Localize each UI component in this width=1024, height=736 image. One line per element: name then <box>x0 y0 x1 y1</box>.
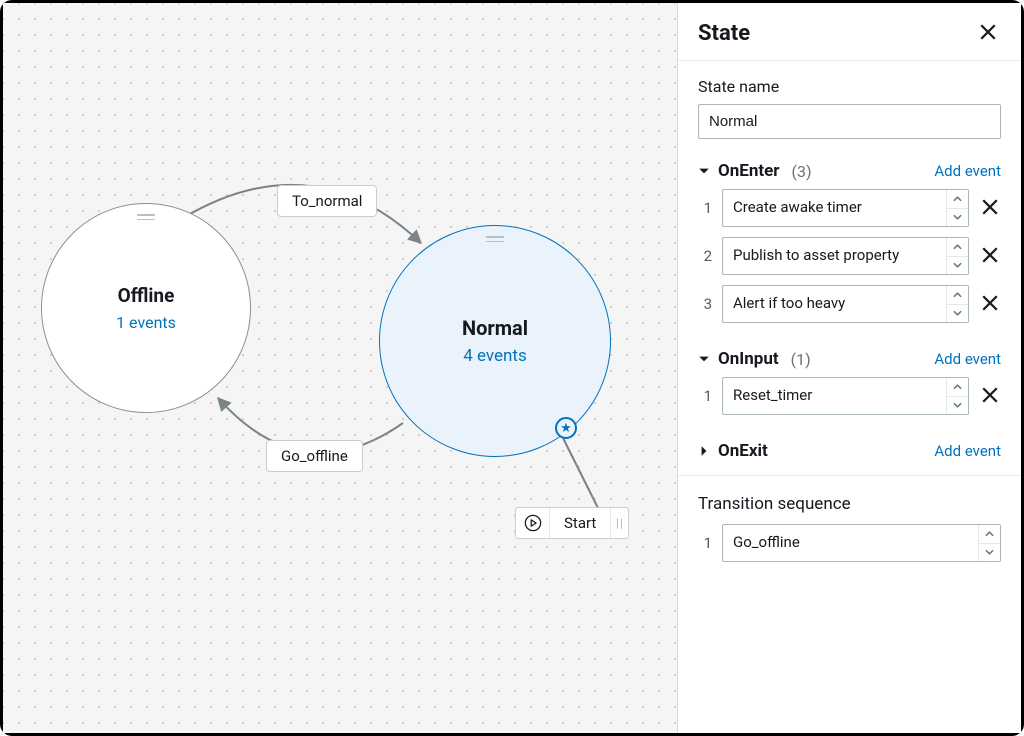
close-icon <box>981 294 999 312</box>
transition-sequence-header: Transition sequence <box>678 476 1021 524</box>
onenter-toggle[interactable]: OnEnter (3) <box>698 161 812 181</box>
group-name: OnExit <box>718 441 768 461</box>
state-name-input[interactable] <box>698 104 1001 139</box>
event-item[interactable]: Create awake timer <box>722 189 969 227</box>
group-name: OnEnter <box>718 161 780 181</box>
event-item[interactable]: Reset_timer <box>722 377 969 415</box>
play-icon <box>516 508 550 538</box>
move-up-button[interactable] <box>947 238 968 257</box>
onexit-toggle[interactable]: OnExit <box>698 441 768 461</box>
event-row: 3 Alert if too heavy <box>698 285 1001 323</box>
event-row: 1 Reset_timer <box>698 377 1001 415</box>
start-node[interactable]: Start || <box>515 507 629 539</box>
row-index: 1 <box>698 387 712 405</box>
drag-handle-icon[interactable] <box>486 236 504 242</box>
transition-label-to-normal[interactable]: To_normal <box>277 185 377 217</box>
state-properties-panel: State State name OnEnter (3) Add event 1… <box>677 3 1021 733</box>
drag-handle-icon[interactable]: || <box>610 508 628 538</box>
move-down-button[interactable] <box>947 305 968 323</box>
event-label: Alert if too heavy <box>723 286 946 322</box>
oninput-toggle[interactable]: OnInput (1) <box>698 349 811 369</box>
event-item[interactable]: Publish to asset property <box>722 237 969 275</box>
add-event-onexit[interactable]: Add event <box>934 442 1001 460</box>
event-label: Reset_timer <box>723 378 946 414</box>
close-icon <box>981 246 999 264</box>
move-down-button[interactable] <box>947 257 968 275</box>
caret-down-icon <box>698 165 710 177</box>
start-label: Start <box>550 508 610 538</box>
event-row: 1 Create awake timer <box>698 189 1001 227</box>
delete-event-button[interactable] <box>979 292 1001 317</box>
move-up-button[interactable] <box>947 286 968 305</box>
connection-point-icon[interactable]: ★ <box>555 417 577 439</box>
event-label: Publish to asset property <box>723 238 946 274</box>
state-node-normal[interactable]: Normal 4 events <box>379 225 611 457</box>
reorder-stepper <box>946 378 968 414</box>
transition-label-go-offline[interactable]: Go_offline <box>266 440 363 472</box>
move-up-button[interactable] <box>947 378 968 397</box>
row-index: 3 <box>698 295 712 313</box>
drag-handle-icon[interactable] <box>137 214 155 220</box>
delete-event-button[interactable] <box>979 196 1001 221</box>
event-item[interactable]: Go_offline <box>722 524 1001 562</box>
close-icon <box>981 386 999 404</box>
state-name-label: State name <box>698 77 1001 96</box>
event-row: 2 Publish to asset property <box>698 237 1001 275</box>
state-node-name: Normal <box>462 316 528 340</box>
reorder-stepper <box>946 286 968 322</box>
state-node-name: Offline <box>118 284 175 307</box>
panel-title: State <box>698 21 750 46</box>
move-down-button[interactable] <box>947 397 968 415</box>
move-up-button[interactable] <box>979 525 1000 544</box>
move-down-button[interactable] <box>947 209 968 227</box>
event-item[interactable]: Alert if too heavy <box>722 285 969 323</box>
delete-event-button[interactable] <box>979 384 1001 409</box>
move-down-button[interactable] <box>979 544 1000 562</box>
state-node-events: 1 events <box>116 313 176 332</box>
event-label: Go_offline <box>723 525 978 561</box>
row-index: 1 <box>698 534 712 552</box>
group-name: OnInput <box>718 349 779 369</box>
state-machine-canvas[interactable]: Offline 1 events Normal 4 events ★ To_no… <box>3 3 677 733</box>
state-node-events: 4 events <box>463 346 527 366</box>
state-node-offline[interactable]: Offline 1 events <box>41 203 251 413</box>
delete-event-button[interactable] <box>979 244 1001 269</box>
close-icon <box>979 23 997 41</box>
event-row: 1 Go_offline <box>698 524 1001 562</box>
close-panel-button[interactable] <box>975 19 1001 48</box>
add-event-oninput[interactable]: Add event <box>934 350 1001 368</box>
close-icon <box>981 198 999 216</box>
caret-down-icon <box>698 353 710 365</box>
add-event-onenter[interactable]: Add event <box>934 162 1001 180</box>
group-count: (1) <box>791 350 811 369</box>
row-index: 1 <box>698 199 712 217</box>
row-index: 2 <box>698 247 712 265</box>
event-label: Create awake timer <box>723 190 946 226</box>
reorder-stepper <box>946 190 968 226</box>
caret-right-icon <box>698 445 710 457</box>
move-up-button[interactable] <box>947 190 968 209</box>
group-count: (3) <box>792 162 812 181</box>
reorder-stepper <box>946 238 968 274</box>
reorder-stepper <box>978 525 1000 561</box>
